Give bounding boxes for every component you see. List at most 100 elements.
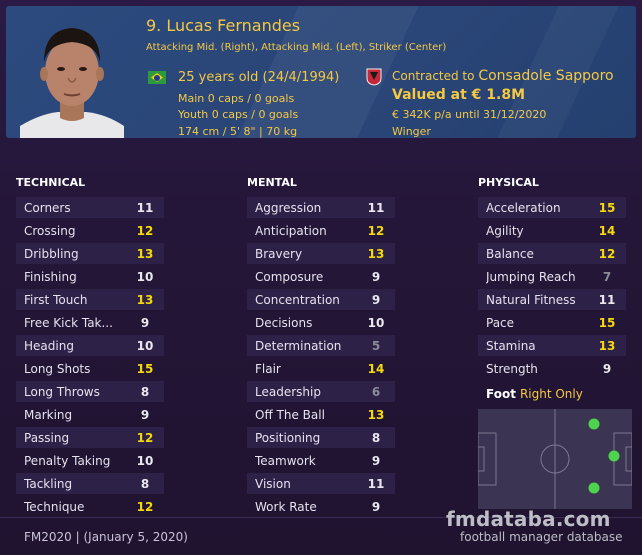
technical-attribute-row[interactable]: Long Throws 8 <box>16 380 164 403</box>
technical-attribute-cell: Corners 11 <box>16 197 164 218</box>
attribute-name: Flair <box>255 361 281 376</box>
attribute-value: 9 <box>371 499 381 514</box>
physical-attribute-cell: Natural Fitness 11 <box>478 289 626 310</box>
height-weight: 174 cm / 5' 8" | 70 kg <box>178 125 298 138</box>
player-value: Valued at € 1.8M <box>392 87 526 103</box>
physical-attribute-row[interactable]: Agility 14 <box>478 219 626 242</box>
technical-attribute-cell: Marking 9 <box>16 404 164 425</box>
attribute-value: 10 <box>136 269 154 284</box>
attribute-name: Dribbling <box>24 246 79 261</box>
mental-attribute-cell: Off The Ball 13 <box>247 404 395 425</box>
mental-attribute-cell: Vision 11 <box>247 473 395 494</box>
attribute-value: 12 <box>136 499 154 514</box>
club-name[interactable]: Consadole Sapporo <box>478 68 613 84</box>
physical-attribute-row[interactable]: Strength 9 <box>478 357 626 380</box>
technical-list: Corners 11 Crossing 12 Dribbling 13 Finishing 1… <box>16 196 164 518</box>
attribute-name: Free Kick Tak... <box>24 315 113 330</box>
attribute-value: 8 <box>371 430 381 445</box>
mental-attribute-row[interactable]: Bravery 13 <box>247 242 395 265</box>
attribute-value: 10 <box>136 453 154 468</box>
attribute-name: Long Shots <box>24 361 91 376</box>
physical-attribute-row[interactable]: Balance 12 <box>478 242 626 265</box>
mental-attribute-row[interactable]: Work Rate 9 <box>247 495 395 518</box>
technical-attribute-row[interactable]: Corners 11 <box>16 196 164 219</box>
physical-attribute-row[interactable]: Natural Fitness 11 <box>478 288 626 311</box>
mental-attribute-row[interactable]: Determination 5 <box>247 334 395 357</box>
physical-attribute-row[interactable]: Stamina 13 <box>478 334 626 357</box>
mental-attribute-cell: Positioning 8 <box>247 427 395 448</box>
technical-attribute-row[interactable]: Technique 12 <box>16 495 164 518</box>
mental-column: MENTAL Aggression 11 Anticipation 12 Bravery… <box>247 176 395 518</box>
technical-attribute-row[interactable]: Passing 12 <box>16 426 164 449</box>
mental-attribute-row[interactable]: Leadership 6 <box>247 380 395 403</box>
physical-attribute-cell: Jumping Reach 7 <box>478 266 626 287</box>
attribute-name: Marking <box>24 407 73 422</box>
mental-attribute-row[interactable]: Decisions 10 <box>247 311 395 334</box>
technical-attribute-row[interactable]: Tackling 8 <box>16 472 164 495</box>
physical-column: PHYSICAL Acceleration 15 Agility 14 Balance 1… <box>478 176 626 380</box>
attribute-value: 8 <box>140 384 150 399</box>
physical-attribute-cell: Balance 12 <box>478 243 626 264</box>
technical-attribute-row[interactable]: Free Kick Tak... 9 <box>16 311 164 334</box>
technical-attribute-cell: Crossing 12 <box>16 220 164 241</box>
brand-logo[interactable]: fmdataba.com <box>446 507 611 531</box>
mental-attribute-row[interactable]: Teamwork 9 <box>247 449 395 472</box>
technical-attribute-row[interactable]: Heading 10 <box>16 334 164 357</box>
attribute-value: 12 <box>367 223 385 238</box>
mental-attribute-cell: Leadership 6 <box>247 381 395 402</box>
attribute-name: Determination <box>255 338 342 353</box>
attribute-name: Off The Ball <box>255 407 325 422</box>
attribute-name: Crossing <box>24 223 76 238</box>
mental-attribute-row[interactable]: Concentration 9 <box>247 288 395 311</box>
mental-attribute-cell: Flair 14 <box>247 358 395 379</box>
technical-attribute-cell: Finishing 10 <box>16 266 164 287</box>
mental-title: MENTAL <box>247 176 297 189</box>
physical-attribute-cell: Stamina 13 <box>478 335 626 356</box>
attribute-name: Teamwork <box>255 453 316 468</box>
mental-attribute-row[interactable]: Vision 11 <box>247 472 395 495</box>
attribute-name: Jumping Reach <box>486 269 576 284</box>
attribute-value: 11 <box>598 292 616 307</box>
mental-attribute-cell: Bravery 13 <box>247 243 395 264</box>
physical-attribute-row[interactable]: Acceleration 15 <box>478 196 626 219</box>
technical-attribute-row[interactable]: Dribbling 13 <box>16 242 164 265</box>
attribute-name: Strength <box>486 361 538 376</box>
mental-attribute-row[interactable]: Composure 9 <box>247 265 395 288</box>
physical-title: PHYSICAL <box>478 176 539 189</box>
contract-line: Contracted to Consadole Sapporo <box>392 68 614 84</box>
mental-attribute-row[interactable]: Flair 14 <box>247 357 395 380</box>
physical-attribute-row[interactable]: Pace 15 <box>478 311 626 334</box>
attribute-value: 9 <box>371 292 381 307</box>
attribute-value: 11 <box>136 200 154 215</box>
foot-label: Foot <box>486 387 516 401</box>
physical-attribute-row[interactable]: Jumping Reach 7 <box>478 265 626 288</box>
attribute-name: Work Rate <box>255 499 317 514</box>
player-role: Winger <box>392 125 431 138</box>
mental-attribute-cell: Composure 9 <box>247 266 395 287</box>
technical-attribute-row[interactable]: First Touch 13 <box>16 288 164 311</box>
attribute-name: Heading <box>24 338 74 353</box>
attribute-value: 9 <box>602 361 612 376</box>
technical-attribute-row[interactable]: Finishing 10 <box>16 265 164 288</box>
attribute-name: Stamina <box>486 338 536 353</box>
attribute-name: First Touch <box>24 292 88 307</box>
player-name: 9. Lucas Fernandes <box>146 16 301 35</box>
mental-attribute-row[interactable]: Aggression 11 <box>247 196 395 219</box>
technical-attribute-row[interactable]: Crossing 12 <box>16 219 164 242</box>
main-caps: Main 0 caps / 0 goals <box>178 92 295 105</box>
mental-attribute-row[interactable]: Positioning 8 <box>247 426 395 449</box>
technical-attribute-row[interactable]: Long Shots 15 <box>16 357 164 380</box>
attribute-value: 9 <box>140 407 150 422</box>
technical-attribute-row[interactable]: Penalty Taking 10 <box>16 449 164 472</box>
attribute-value: 8 <box>140 476 150 491</box>
technical-attribute-cell: Long Shots 15 <box>16 358 164 379</box>
technical-attribute-cell: Tackling 8 <box>16 473 164 494</box>
attribute-value: 13 <box>136 292 154 307</box>
attribute-value: 13 <box>367 246 385 261</box>
attribute-value: 14 <box>367 361 385 376</box>
mental-attribute-row[interactable]: Anticipation 12 <box>247 219 395 242</box>
attribute-value: 15 <box>598 315 616 330</box>
technical-attribute-row[interactable]: Marking 9 <box>16 403 164 426</box>
mental-attribute-row[interactable]: Off The Ball 13 <box>247 403 395 426</box>
attribute-name: Anticipation <box>255 223 327 238</box>
